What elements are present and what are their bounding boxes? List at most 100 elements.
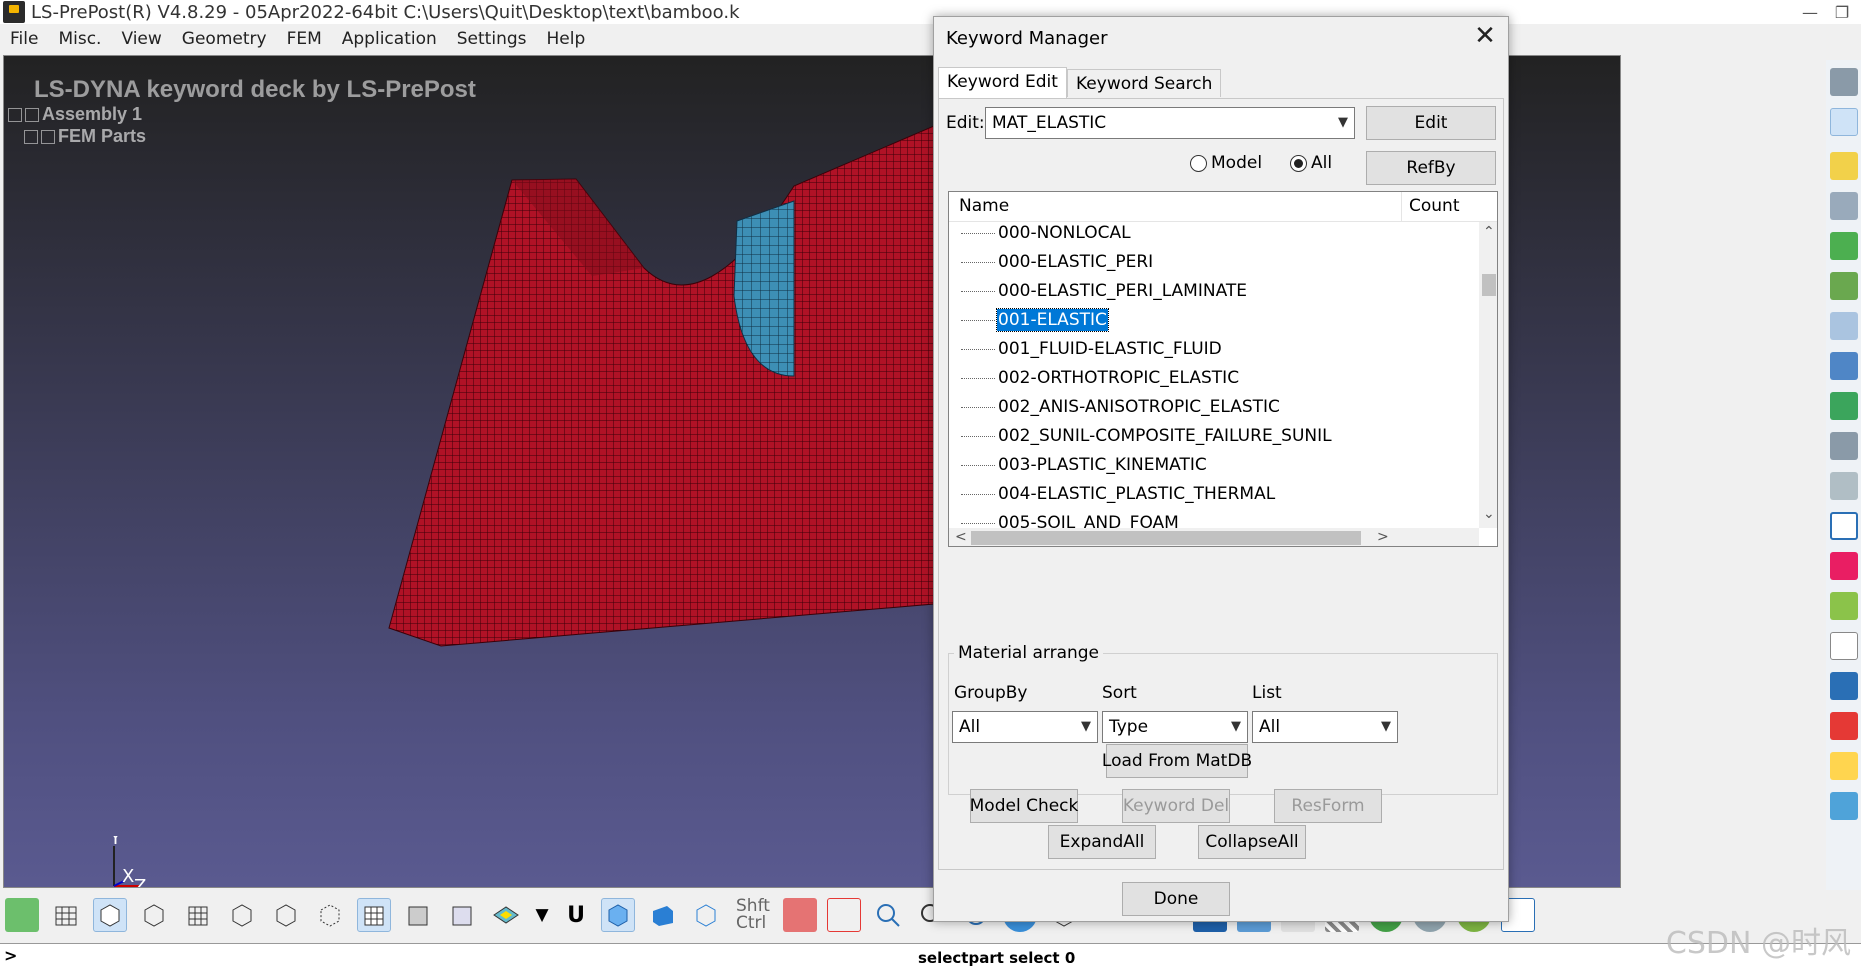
horizontal-scroll-thumb[interactable] <box>971 531 1361 545</box>
settings-icon[interactable] <box>1830 192 1858 220</box>
refby-button[interactable]: RefBy <box>1366 151 1496 185</box>
menu-help[interactable]: Help <box>537 29 596 49</box>
solid-mesh-icon[interactable] <box>401 898 435 932</box>
watermark: CSDN @时风 <box>1665 926 1851 961</box>
wire-block-icon[interactable] <box>689 898 723 932</box>
tree-assembly[interactable]: Assembly 1 <box>8 104 142 125</box>
gears-icon[interactable] <box>1830 432 1858 460</box>
keyword-tree-list[interactable]: Name Count 000-NONLOCAL 000-ELASTIC_PERI… <box>948 191 1498 547</box>
menu-file[interactable]: File <box>0 29 48 49</box>
fringe-icon[interactable] <box>5 898 39 932</box>
translate-icon[interactable] <box>826 898 861 932</box>
model-check-button[interactable]: Model Check <box>970 789 1078 823</box>
list-item[interactable]: 003-PLASTIC_KINEMATIC <box>961 450 1208 480</box>
expand-all-button[interactable]: ExpandAll <box>1048 825 1156 859</box>
blue-block-icon[interactable] <box>645 898 679 932</box>
sort-select[interactable]: Type ▼ <box>1102 711 1248 743</box>
menu-misc[interactable]: Misc. <box>48 29 111 49</box>
list-item[interactable]: 000-NONLOCAL <box>961 218 1132 248</box>
column-count[interactable]: Count <box>1409 196 1460 216</box>
tree-fem-parts[interactable]: FEM Parts <box>24 126 146 147</box>
radio-model[interactable]: Model <box>1190 153 1262 173</box>
horizontal-scrollbar[interactable]: < > <box>949 528 1479 546</box>
collapse-all-button[interactable]: CollapseAll <box>1198 825 1306 859</box>
hidden-line-icon[interactable] <box>137 898 171 932</box>
model-check-icon[interactable] <box>1830 392 1858 420</box>
scroll-right-icon[interactable]: > <box>1377 529 1389 545</box>
wireframe-mesh-icon[interactable] <box>49 898 83 932</box>
list-item[interactable]: 002_SUNIL-COMPOSITE_FAILURE_SUNIL <box>961 421 1333 451</box>
restore-button[interactable]: ❐ <box>1822 0 1861 24</box>
checkbox-icon[interactable] <box>25 107 39 122</box>
vertical-scrollbar[interactable]: ⌃ ⌄ <box>1479 222 1497 528</box>
list-select[interactable]: All ▼ <box>1252 711 1398 743</box>
list-item[interactable]: 002_ANIS-ANISOTROPIC_ELASTIC <box>961 392 1281 422</box>
tab-keyword-search[interactable]: Keyword Search <box>1067 69 1222 97</box>
close-icon[interactable]: ✕ <box>1470 21 1500 51</box>
groupby-select[interactable]: All ▼ <box>952 711 1098 743</box>
displacement-u-icon[interactable]: U <box>561 898 591 932</box>
command-line[interactable]: > selectpart select 0 <box>0 943 1861 968</box>
menu-application[interactable]: Application <box>332 29 447 49</box>
bulb-icon[interactable] <box>1830 752 1858 780</box>
scroll-down-icon[interactable]: ⌄ <box>1483 506 1495 522</box>
list-item[interactable]: 004-ELASTIC_PLASTIC_THERMAL <box>961 479 1276 509</box>
zoom-in-icon[interactable] <box>871 898 905 932</box>
mesh-cube-icon[interactable] <box>357 898 391 932</box>
dropdown-arrow-icon[interactable]: ▼ <box>533 898 551 932</box>
scroll-up-icon[interactable]: ⌃ <box>1483 224 1495 240</box>
perspective-cube-icon[interactable] <box>601 898 635 932</box>
menu-fem[interactable]: FEM <box>277 29 332 49</box>
annotation-icon[interactable] <box>1830 632 1858 660</box>
expand-icon[interactable] <box>24 129 38 144</box>
list-item[interactable]: 002-ORTHOTROPIC_ELASTIC <box>961 363 1240 393</box>
outline-cube-icon[interactable] <box>225 898 259 932</box>
burst-icon[interactable] <box>1830 712 1858 740</box>
column-name[interactable]: Name <box>959 196 1009 216</box>
light-icon[interactable] <box>1830 152 1858 180</box>
list-item-selected[interactable]: 001-ELASTIC <box>961 305 1109 335</box>
cube-icon[interactable] <box>1830 352 1858 380</box>
vertical-scroll-thumb[interactable] <box>1482 274 1496 296</box>
part-selector-icon[interactable] <box>1830 108 1858 136</box>
tab-keyword-edit[interactable]: Keyword Edit <box>938 67 1067 98</box>
contour-icon[interactable] <box>489 898 523 932</box>
frame-icon[interactable] <box>1830 512 1858 540</box>
list-item[interactable]: 000-ELASTIC_PERI <box>961 247 1154 277</box>
grid-cube-icon[interactable] <box>181 898 215 932</box>
list-item[interactable]: 001_FLUID-ELASTIC_FLUID <box>961 334 1223 364</box>
node-icon[interactable] <box>1830 472 1858 500</box>
edit-button[interactable]: Edit <box>1366 106 1496 140</box>
points-icon[interactable] <box>313 898 347 932</box>
menu-view[interactable]: View <box>111 29 171 49</box>
gear-icon[interactable] <box>1830 68 1858 96</box>
edit-keyword-select[interactable]: MAT_ELASTIC ▼ <box>985 107 1355 139</box>
transparent-mesh-icon[interactable] <box>445 898 479 932</box>
checkbox-icon[interactable] <box>41 129 55 144</box>
done-button[interactable]: Done <box>1122 882 1230 916</box>
radio-all[interactable]: All <box>1290 153 1332 173</box>
edge-cube-icon[interactable] <box>269 898 303 932</box>
check-icon[interactable] <box>1830 232 1858 260</box>
menu-settings[interactable]: Settings <box>447 29 537 49</box>
menu-geometry[interactable]: Geometry <box>172 29 277 49</box>
radio-all-dot[interactable] <box>1290 154 1307 172</box>
radio-model-dot[interactable] <box>1190 154 1207 172</box>
collapse-icon[interactable] <box>8 107 22 122</box>
groupby-value: All <box>959 717 981 737</box>
list-item[interactable]: 000-ELASTIC_PERI_LAMINATE <box>961 276 1248 306</box>
renumber-icon[interactable] <box>1830 272 1858 300</box>
pointer-icon[interactable] <box>1830 592 1858 620</box>
eraser-icon[interactable] <box>782 898 817 932</box>
deck-title: LS-DYNA keyword deck by LS-PrePost <box>34 76 476 103</box>
ctrl-label: Ctrl <box>736 913 767 933</box>
resform-button[interactable]: ResForm <box>1274 789 1382 823</box>
list-icon[interactable] <box>1830 312 1858 340</box>
shaded-cube-icon[interactable] <box>93 898 127 932</box>
split-view-icon[interactable] <box>1830 672 1858 700</box>
load-from-matdb-button[interactable]: Load From MatDB <box>1102 744 1252 778</box>
keyword-del-button[interactable]: Keyword Del <box>1122 789 1230 823</box>
scroll-left-icon[interactable]: < <box>955 529 967 545</box>
color-wheel-icon[interactable] <box>1830 552 1858 580</box>
mesh-icon[interactable] <box>1830 792 1858 820</box>
